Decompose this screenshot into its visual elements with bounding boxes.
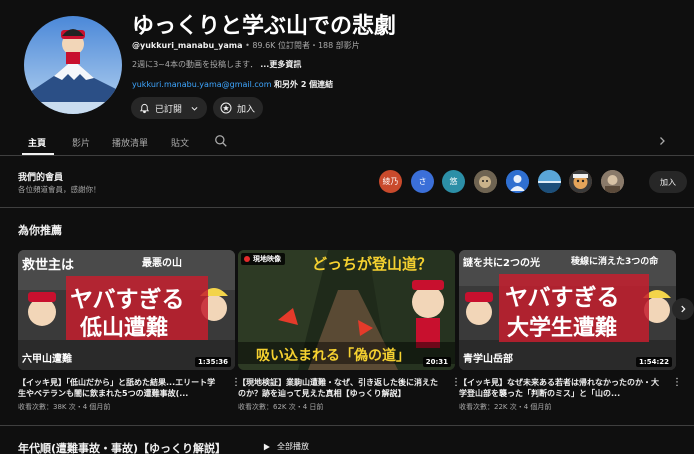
subscribed-label: 已訂閱 xyxy=(155,104,183,115)
member-avatar[interactable]: 綾乃 xyxy=(379,170,402,193)
thumb-top-text-2: 最悪の山 xyxy=(142,258,182,269)
thumb-top-text-2: 稜線に消えた3つの命 xyxy=(571,257,659,267)
thumb-headline-2: 大学生遭難 xyxy=(507,316,618,341)
video-thumbnail[interactable]: 救世主は 最悪の山 ヤバすぎる 低山遭難 六甲山遭難 1:35:36 xyxy=(18,250,235,370)
play-all-label: 全部播放 xyxy=(277,442,309,451)
members-subtitle: 各位頻道會員，感謝你！ xyxy=(18,185,101,194)
member-avatar[interactable]: さ xyxy=(411,170,434,193)
video-title[interactable]: 【現地検証】業駒山遭難・なぜ、引き返した後に消えたのか？跡を辿って見えた真相【ゆ… xyxy=(238,377,443,399)
member-avatar[interactable] xyxy=(538,170,561,193)
channel-stats: 89.6K 位訂閱者・188 部影片 xyxy=(252,41,360,50)
channel-description-row[interactable]: 2週に3~4本の動画を投稿します． ...更多資訊 xyxy=(132,59,301,70)
section-divider xyxy=(0,207,694,208)
member-avatar[interactable] xyxy=(569,170,592,193)
video-meta: 收看次數：22K 次・4 個月前 xyxy=(459,403,552,411)
members-join-button[interactable]: 加入 xyxy=(649,171,687,193)
tab-posts[interactable]: 貼文 xyxy=(171,136,189,149)
channel-tabs: 主頁 影片 播放清單 貼文 xyxy=(0,128,694,156)
video-card[interactable]: 現地映像 どっちが登山道？ 吸い込まれる「偽の道」 20:31 【現地検証】業駒… xyxy=(238,250,461,412)
member-avatar[interactable] xyxy=(601,170,624,193)
member-avatar[interactable] xyxy=(506,170,529,193)
member-avatar-text: さ xyxy=(418,177,427,186)
join-label: 加入 xyxy=(237,104,256,115)
thumb-bottom-text: 吸い込まれる「偽の道」 xyxy=(256,348,410,364)
other-links[interactable]: 和另外 2 個連結 xyxy=(274,80,333,89)
thumb-headline-2: 低山遭難 xyxy=(80,316,169,341)
more-vert-icon[interactable]: ⋮ xyxy=(672,377,682,388)
playlist-section-title[interactable]: 年代順(遭難事故・事故)【ゆっくり解説】 xyxy=(18,440,226,454)
carousel-next-button[interactable] xyxy=(672,298,694,320)
thumb-headline: ヤバすぎる xyxy=(505,285,620,311)
subscribed-button[interactable]: 已訂閱 xyxy=(131,97,207,119)
member-avatar[interactable]: 悠 xyxy=(442,170,465,193)
video-thumbnail[interactable]: 謎を共に2つの光 稜線に消えた3つの命 ヤバすぎる 大学生遭難 青学山岳部 1:… xyxy=(459,250,676,370)
live-badge-label: 現地映像 xyxy=(253,255,281,263)
thumb-top-text: どっちが登山道？ xyxy=(312,255,433,273)
landscape-icon xyxy=(538,170,561,193)
thumb-headline: ヤバすぎる xyxy=(70,287,185,313)
tab-playlists[interactable]: 播放清單 xyxy=(112,136,148,149)
animal-icon xyxy=(474,170,497,193)
bell-icon xyxy=(139,103,150,113)
channel-name: ゆっくりと学ぶ山での悲劇 xyxy=(132,14,397,39)
chevron-down-icon xyxy=(191,106,198,111)
join-button[interactable]: 加入 xyxy=(213,97,263,119)
members-title: 我們的會員 xyxy=(18,173,64,183)
active-tab-indicator xyxy=(22,153,54,155)
video-title[interactable]: 【イッキ見】なぜ未来ある若者は帰れなかったのか・大学登山部を襲った「判断のミス」… xyxy=(459,377,664,399)
play-icon xyxy=(263,443,270,450)
thumb-bottom-text: 六甲山遭難 xyxy=(22,354,72,365)
section-divider xyxy=(0,425,694,426)
video-meta: 收看次數：38K 次・4 個月前 xyxy=(18,403,111,411)
thumb-bottom-text: 青学山岳部 xyxy=(463,354,513,365)
video-card[interactable]: 救世主は 最悪の山 ヤバすぎる 低山遭難 六甲山遭難 1:35:36 【イッキ見… xyxy=(18,250,241,412)
video-duration: 1:54:22 xyxy=(636,357,672,367)
default-user-icon xyxy=(506,170,529,193)
character-icon xyxy=(569,170,592,193)
channel-handle: @yukkuri_manabu_yama xyxy=(132,41,243,50)
video-duration: 1:35:36 xyxy=(195,357,231,367)
channel-avatar[interactable] xyxy=(24,16,122,114)
live-dot-icon xyxy=(244,256,250,262)
tab-videos[interactable]: 影片 xyxy=(72,136,90,149)
thumb-top-text: 謎を共に2つの光 xyxy=(463,258,540,269)
recommended-title: 為你推薦 xyxy=(18,224,62,237)
video-thumbnail[interactable]: 現地映像 どっちが登山道？ 吸い込まれる「偽の道」 20:31 xyxy=(238,250,455,370)
video-duration: 20:31 xyxy=(422,357,451,367)
member-avatar-text: 悠 xyxy=(449,177,458,186)
live-footage-badge: 現地映像 xyxy=(241,253,285,265)
photo-avatar-icon xyxy=(601,170,624,193)
video-title[interactable]: 【イッキ見】「低山だから」と舐めた結果...エリート学生やベテランも闇に飲まれた… xyxy=(18,377,223,399)
member-avatar-text: 綾乃 xyxy=(382,177,399,186)
thumb-top-text: 救世主は xyxy=(22,258,75,273)
star-badge-icon xyxy=(220,102,232,114)
channel-description: 2週に3~4本の動画を投稿します． xyxy=(132,60,258,69)
video-meta: 收看次數：62K 次・4 日前 xyxy=(238,403,324,411)
chevron-right-icon xyxy=(681,305,686,313)
more-info-link[interactable]: ...更多資訊 xyxy=(260,60,301,69)
channel-email-link[interactable]: yukkuri.manabu.yama@gmail.com xyxy=(132,80,272,89)
search-icon[interactable] xyxy=(214,134,228,148)
member-avatar[interactable] xyxy=(474,170,497,193)
channel-links: yukkuri.manabu.yama@gmail.com 和另外 2 個連結 xyxy=(132,79,333,90)
channel-meta: @yukkuri_manabu_yama • 89.6K 位訂閱者・188 部影… xyxy=(132,40,360,51)
tab-home[interactable]: 主頁 xyxy=(28,136,46,149)
chevron-right-icon[interactable] xyxy=(656,134,668,148)
video-card[interactable]: 謎を共に2つの光 稜線に消えた3つの命 ヤバすぎる 大学生遭難 青学山岳部 1:… xyxy=(459,250,682,412)
play-all-button[interactable]: 全部播放 xyxy=(262,441,309,452)
